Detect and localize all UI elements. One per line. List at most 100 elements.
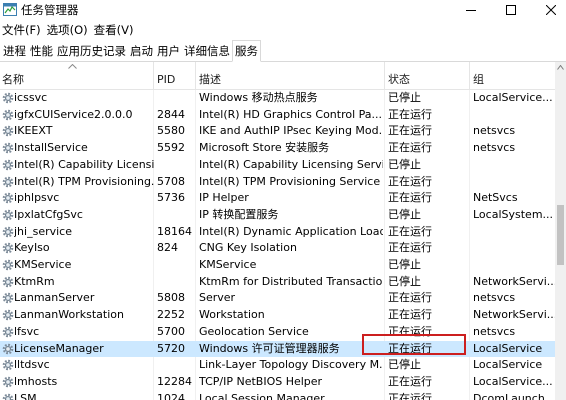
service-group: [473, 174, 555, 191]
service-pid: [157, 90, 195, 107]
service-gear-icon: [2, 192, 14, 204]
service-description: Microsoft Store 安装服务: [199, 141, 330, 155]
highlight-annotation: [362, 334, 466, 355]
service-name: LSM: [14, 391, 37, 400]
service-status: 已停止: [388, 207, 421, 221]
service-description: KtmRm for Distributed Transactio...: [199, 274, 383, 288]
tab-services[interactable]: 服务: [232, 40, 261, 62]
service-name: icssvc: [14, 91, 48, 104]
tab-details[interactable]: 详细信息: [182, 41, 232, 61]
menu-options[interactable]: 选项(O): [44, 21, 91, 39]
window-title: 任务管理器: [21, 3, 79, 17]
table-row[interactable]: IpxlatCfgSvc IP 转换配置服务 已停止 LocalSystem...: [0, 207, 555, 224]
table-row[interactable]: icssvc Windows 移动热点服务 已停止 LocalService...: [0, 90, 555, 107]
table-row[interactable]: jhi_service 18164 Intel(R) Dynamic Applica…: [0, 224, 555, 241]
service-description: IP 转换配置服务: [199, 207, 279, 221]
service-status: 已停止: [388, 91, 421, 104]
service-group: [473, 224, 555, 241]
service-pid: 1024: [157, 391, 185, 400]
service-name: IpxlatCfgSvc: [14, 207, 83, 221]
vertical-scrollbar[interactable]: [555, 62, 566, 400]
service-pid: [157, 274, 195, 291]
service-description: Intel(R) TPM Provisioning Service: [199, 174, 381, 188]
service-name: InstallService: [14, 141, 88, 155]
service-status: 已停止: [388, 274, 421, 288]
title-bar: 任务管理器: [0, 0, 566, 20]
table-row[interactable]: LSM 1024 Local Session Manager 正在运行 DcomLaun…: [0, 391, 555, 400]
table-row[interactable]: LicenseManager 5720 Windows 许可证管理器服务 正在运行 Lo…: [0, 340, 555, 358]
column-header-description[interactable]: 描述: [199, 62, 221, 90]
service-name: lfsvc: [14, 324, 40, 338]
column-divider[interactable]: [153, 62, 154, 90]
menu-file[interactable]: 文件(F): [0, 21, 44, 39]
table-row[interactable]: igfxCUIService2.0.0.0 2844 Intel(R) HD Gra…: [0, 107, 555, 124]
column-divider[interactable]: [195, 62, 196, 90]
service-status: 已停止: [388, 258, 421, 271]
menu-view[interactable]: 查看(V): [91, 21, 137, 39]
service-status: 正在运行: [388, 241, 432, 255]
table-row[interactable]: KeyIso 824 CNG Key Isolation 正在运行: [0, 240, 555, 257]
column-header-group[interactable]: 组: [473, 62, 484, 90]
service-gear-icon: [2, 259, 14, 271]
column-header-pid[interactable]: PID: [157, 62, 175, 90]
close-icon: [546, 5, 556, 15]
service-description: IP Helper: [199, 191, 249, 205]
service-pid: 5808: [157, 291, 185, 305]
table-row[interactable]: iphlpsvc 5736 IP Helper 正在运行 NetSvcs: [0, 190, 555, 207]
scrollbar-thumb[interactable]: [557, 205, 564, 265]
tab-startup[interactable]: 启动: [128, 41, 155, 61]
maximize-button[interactable]: [491, 0, 531, 20]
service-description: IKE and AuthIP IPsec Keying Mod...: [199, 124, 383, 138]
table-row[interactable]: KMService KMService 已停止: [0, 257, 555, 274]
table-row[interactable]: lfsvc 5700 Geolocation Service 正在运行 netsvcs: [0, 324, 555, 341]
service-group: DcomLaunch: [473, 391, 545, 400]
service-pid: [157, 157, 195, 174]
table-row[interactable]: lmhosts 12284 TCP/IP NetBIOS Helper 正在运行 Loc…: [0, 374, 555, 391]
table-row[interactable]: LanmanServer 5808 Server 正在运行 netsvcs: [0, 290, 555, 307]
service-description: Windows 移动热点服务: [199, 91, 318, 104]
service-gear-icon: [2, 92, 14, 104]
service-pid: [157, 357, 195, 374]
table-row[interactable]: LanmanWorkstation 2252 Workstation 正在运行 Netw…: [0, 307, 555, 324]
service-group: [473, 157, 555, 174]
table-row[interactable]: InstallService 5592 Microsoft Store 安装服务 正在…: [0, 140, 555, 157]
maximize-icon: [506, 5, 516, 15]
tab-processes[interactable]: 进程: [1, 41, 28, 61]
column-divider[interactable]: [384, 62, 385, 90]
tab-users[interactable]: 用户: [155, 41, 182, 61]
service-gear-icon: [2, 176, 14, 188]
column-header-status[interactable]: 状态: [388, 62, 410, 90]
service-name: LicenseManager: [14, 341, 104, 355]
table-row[interactable]: Intel(R) Capability Licensi... Intel(R) C…: [0, 157, 555, 174]
table-row[interactable]: lltdsvc Link-Layer Topology Discovery M..…: [0, 357, 555, 374]
service-status: 已停止: [388, 358, 421, 372]
menu-bar: 文件(F) 选项(O) 查看(V): [0, 20, 566, 40]
table-row[interactable]: Intel(R) TPM Provisioning... 5708 Intel(R)…: [0, 174, 555, 191]
service-gear-icon: [2, 159, 14, 171]
service-gear-icon: [2, 242, 14, 254]
close-button[interactable]: [531, 0, 566, 20]
tab-app-history[interactable]: 应用历史记录: [55, 41, 128, 61]
service-description: CNG Key Isolation: [199, 241, 297, 255]
service-name: KeyIso: [14, 241, 50, 255]
service-name: KtmRm: [14, 274, 55, 288]
service-description: Intel(R) Capability Licensing Servi...: [199, 157, 383, 171]
service-gear-icon: [2, 142, 14, 154]
table-row[interactable]: IKEEXT 5580 IKE and AuthIP IPsec Keying Mo…: [0, 123, 555, 140]
column-header-name[interactable]: 名称: [2, 62, 24, 90]
tab-performance[interactable]: 性能: [28, 41, 55, 61]
service-status: 正在运行: [388, 224, 432, 238]
table-row[interactable]: KtmRm KtmRm for Distributed Transactio...…: [0, 274, 555, 291]
service-name: LanmanWorkstation: [14, 308, 124, 322]
service-gear-icon: [2, 359, 14, 371]
scroll-up-arrow-icon[interactable]: [557, 65, 564, 70]
service-name: Intel(R) TPM Provisioning...: [14, 174, 154, 188]
service-pid: 824: [157, 241, 178, 255]
service-pid: 18164: [157, 224, 192, 238]
service-name: iphlpsvc: [14, 191, 60, 205]
service-gear-icon: [2, 109, 14, 121]
column-divider[interactable]: [469, 62, 470, 90]
service-group: LocalSystem...: [473, 207, 554, 221]
service-name: KMService: [14, 258, 72, 271]
minimize-button[interactable]: [451, 0, 491, 20]
